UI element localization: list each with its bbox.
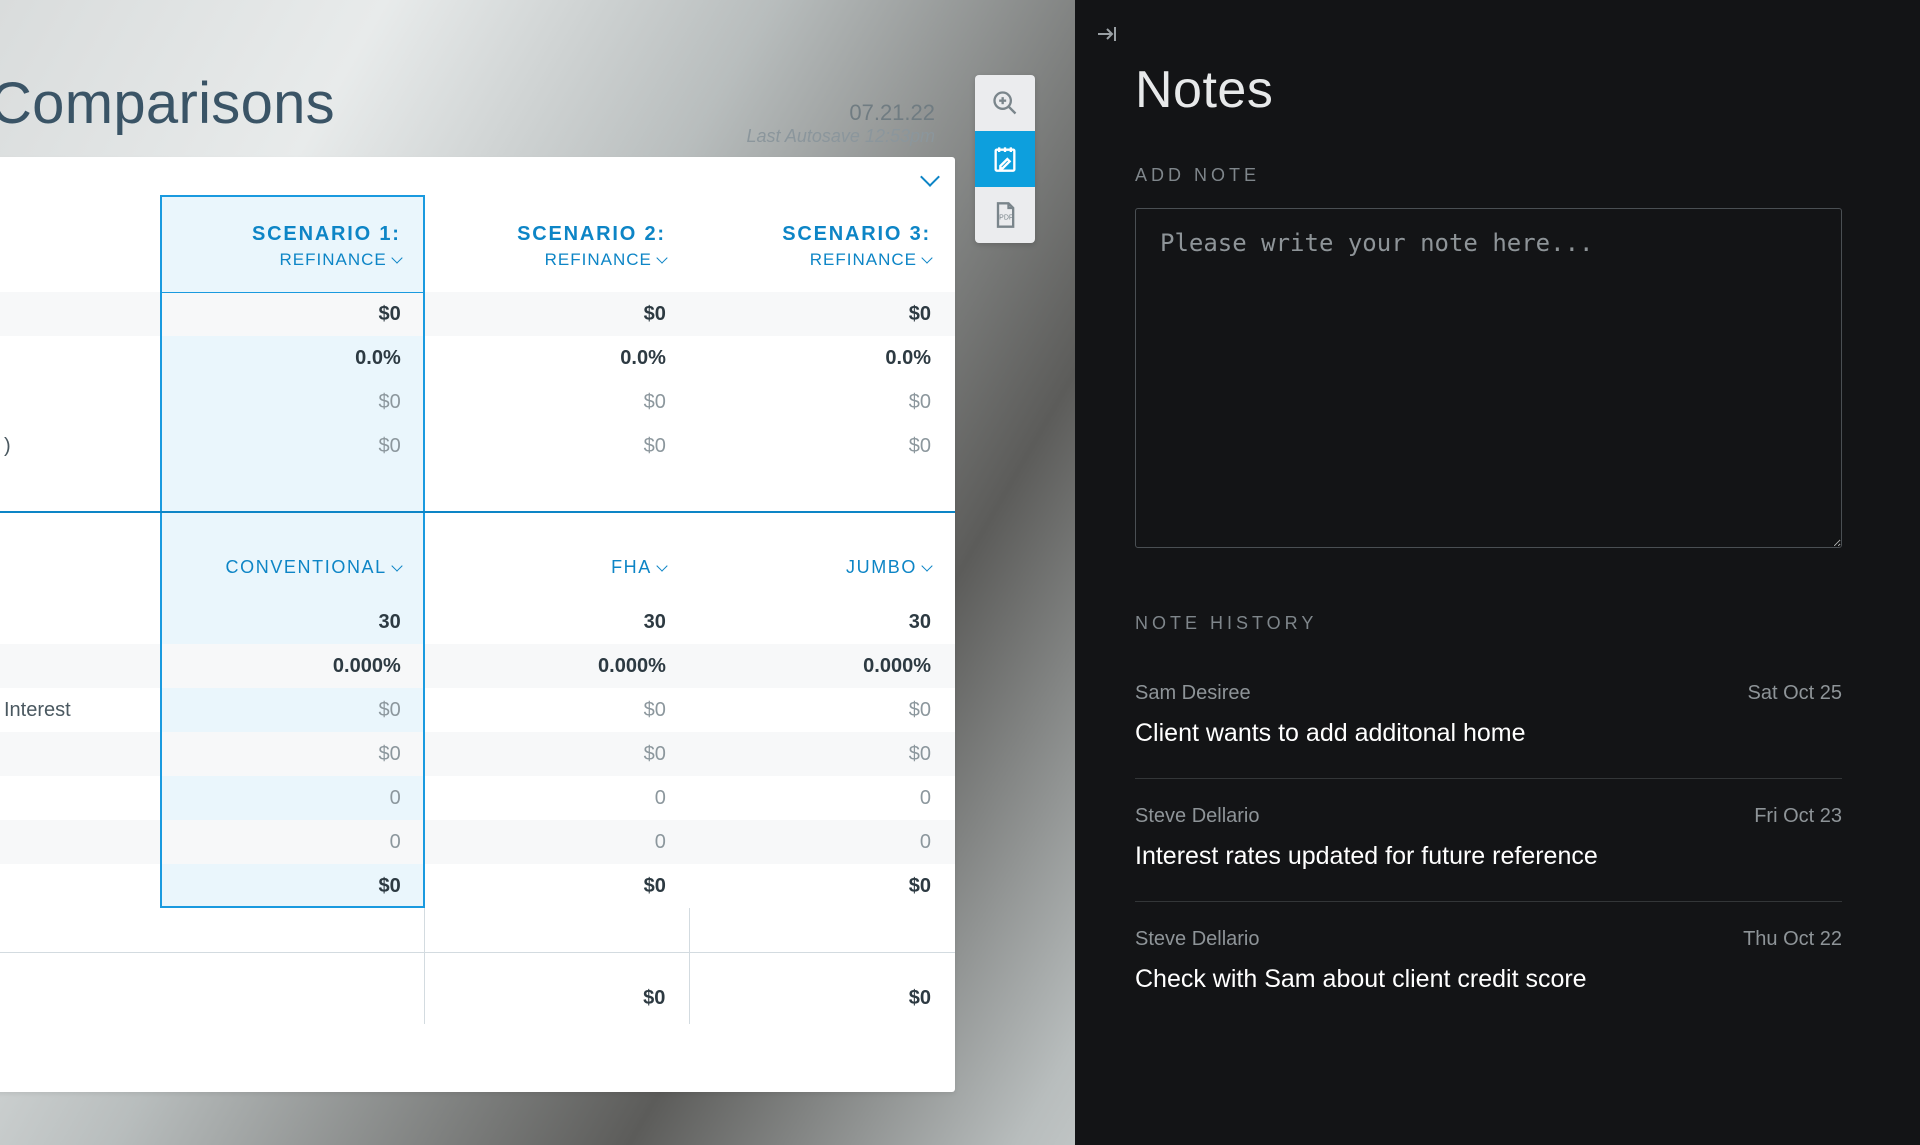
chevron-down-icon <box>656 252 667 263</box>
table-row: $0$0$0 <box>0 732 955 776</box>
svg-text:PDF: PDF <box>999 215 1013 222</box>
note-item[interactable]: Sam Desiree Sat Oct 25 Client wants to add… <box>1135 656 1842 779</box>
collapse-drawer-button[interactable] <box>1095 22 1119 51</box>
magnify-plus-icon <box>991 89 1019 117</box>
table-row: 0.000%0.000%0.000% <box>0 644 955 688</box>
table-row: )$0$0$0 <box>0 424 955 468</box>
scenario-1-header[interactable]: SCENARIO 1: REFINANCE <box>160 195 425 292</box>
scenario-2-header[interactable]: SCENARIO 2: REFINANCE <box>425 195 690 292</box>
side-toolbar: PDF <box>975 75 1035 243</box>
loan-type-1[interactable]: CONVENTIONAL <box>160 512 425 600</box>
collapse-chevron-icon[interactable] <box>920 167 940 187</box>
chevron-down-icon <box>656 560 667 571</box>
page-date: 07.21.22 <box>747 100 935 126</box>
notes-drawer: Notes ADD NOTE NOTE HISTORY Sam DesireeS… <box>1075 0 1920 1145</box>
note-author: Sam Desiree <box>1135 682 1251 705</box>
scenario-3-header[interactable]: SCENARIO 3: REFINANCE <box>690 195 955 292</box>
note-item[interactable]: Steve Dellario Fri Oct 23 Interest rates u… <box>1135 779 1842 902</box>
chevron-down-icon <box>391 252 402 263</box>
meta-block: 07.21.22 Last Autosave 12:53pm <box>747 100 935 147</box>
note-text: Interest rates updated for future refere… <box>1135 842 1842 871</box>
zoom-button[interactable] <box>975 75 1035 131</box>
table-row: 0.0%0.0%0.0% <box>0 336 955 380</box>
note-text: Client wants to add additonal home <box>1135 719 1842 748</box>
autosave-text: Last Autosave 12:53pm <box>747 126 935 147</box>
note-input[interactable] <box>1135 208 1842 548</box>
note-history-label: NOTE HISTORY <box>1135 613 1842 634</box>
notes-button[interactable] <box>975 131 1035 187</box>
note-date: Fri Oct 23 <box>1754 805 1842 828</box>
loan-type-2[interactable]: FHA <box>425 512 690 600</box>
note-text: Check with Sam about client credit score <box>1135 965 1842 994</box>
notes-title: Notes <box>1135 60 1842 120</box>
table-row: 303030 <box>0 600 955 644</box>
table-row: Interest$0$0$0 <box>0 688 955 732</box>
loan-type-row: CONVENTIONAL FHA JUMBO <box>0 512 955 600</box>
table-row: $0$0$0 <box>0 380 955 424</box>
chevron-down-icon <box>391 560 402 571</box>
pdf-icon: PDF <box>991 201 1019 229</box>
note-date: Thu Oct 22 <box>1743 928 1842 951</box>
table-row: 000 <box>0 820 955 864</box>
collapse-right-icon <box>1095 22 1119 46</box>
add-note-label: ADD NOTE <box>1135 165 1842 186</box>
compare-row: o Scenario 1) $0 $0 <box>0 952 955 1024</box>
comparison-card: SCENARIO 1: REFINANCE SCENARIO 2: REFINA… <box>0 157 955 1092</box>
table-row: $0$0$0 <box>0 864 955 908</box>
note-item[interactable]: Steve Dellario Thu Oct 22 Check with Sam a… <box>1135 902 1842 1024</box>
loan-type-3[interactable]: JUMBO <box>690 512 955 600</box>
note-date: Sat Oct 25 <box>1748 682 1843 705</box>
note-author: Steve Dellario <box>1135 928 1260 951</box>
comparison-table: SCENARIO 1: REFINANCE SCENARIO 2: REFINA… <box>0 195 955 1024</box>
notepad-icon <box>991 145 1019 173</box>
scenario-header-row: SCENARIO 1: REFINANCE SCENARIO 2: REFINA… <box>0 195 955 292</box>
note-author: Steve Dellario <box>1135 805 1260 828</box>
table-row: $0$0$0 <box>0 292 955 336</box>
table-row: 000 <box>0 776 955 820</box>
pdf-button[interactable]: PDF <box>975 187 1035 243</box>
chevron-down-icon <box>921 560 932 571</box>
chevron-down-icon <box>921 252 932 263</box>
comparisons-pane: Comparisons 07.21.22 Last Autosave 12:53… <box>0 0 1075 1145</box>
